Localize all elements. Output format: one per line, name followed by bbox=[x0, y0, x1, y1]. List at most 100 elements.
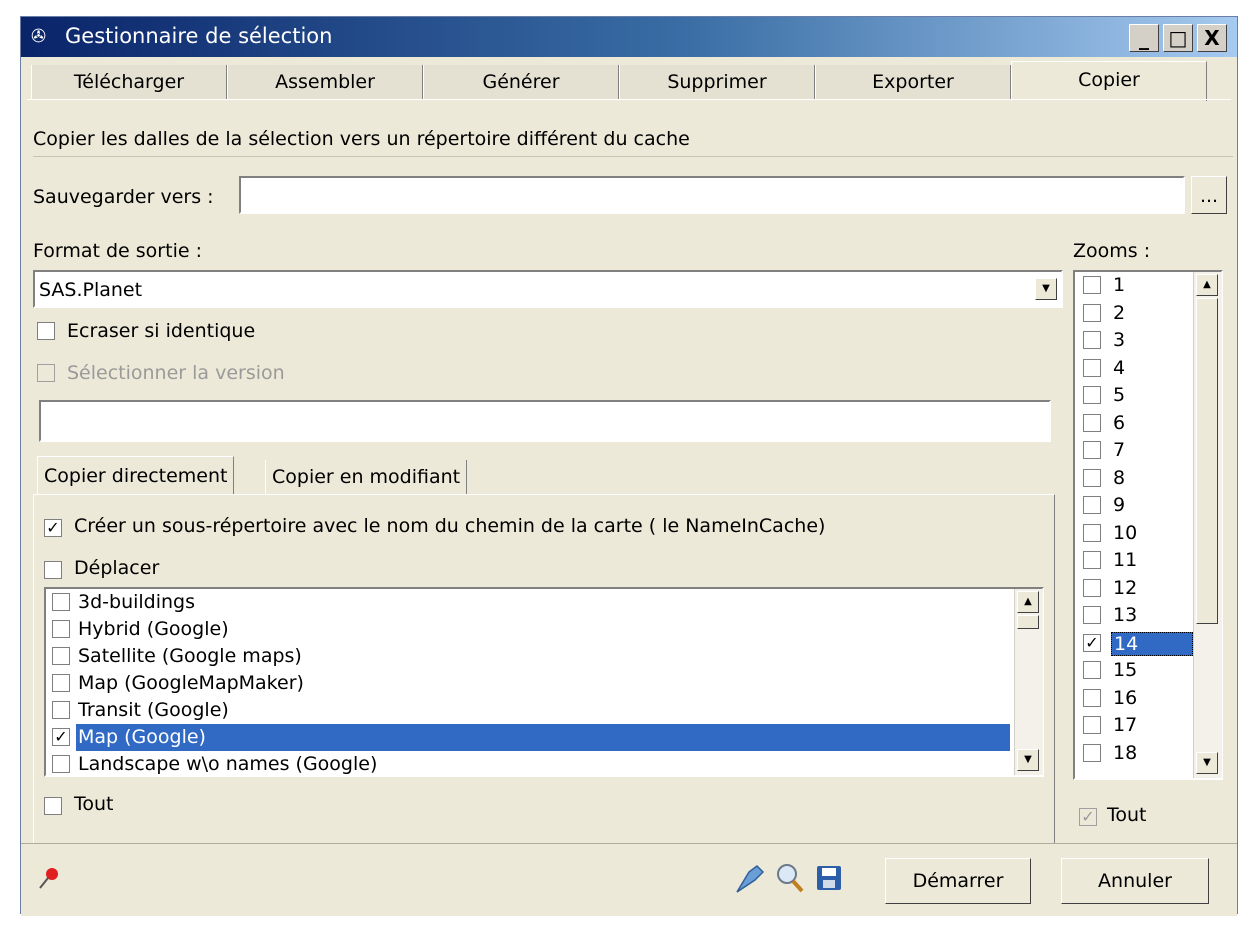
zoom-label: 12 bbox=[1113, 576, 1138, 599]
scroll-down-arrow[interactable]: ▼ bbox=[1017, 749, 1039, 771]
zoom-checkbox[interactable] bbox=[1083, 688, 1101, 707]
browse-button[interactable]: ... bbox=[1191, 176, 1227, 214]
map-label: Hybrid (Google) bbox=[78, 618, 229, 640]
format-label: Format de sortie : bbox=[33, 240, 202, 262]
list-item[interactable]: Transit (Google) bbox=[46, 697, 1016, 724]
separator bbox=[33, 156, 1233, 157]
app-icon: ✇ bbox=[31, 26, 47, 47]
tab-exporter[interactable]: Exporter bbox=[815, 65, 1011, 99]
map-label: Transit (Google) bbox=[78, 699, 229, 721]
list-item[interactable]: 3d-buildings bbox=[46, 589, 1016, 616]
format-dropdown-arrow[interactable]: ▼ bbox=[1035, 278, 1057, 300]
selection-manager-window: ✇ Gestionnaire de sélection _ □ X Téléch… bbox=[20, 16, 1238, 916]
map-checkbox[interactable] bbox=[52, 647, 70, 665]
map-checkbox[interactable] bbox=[52, 593, 70, 611]
zoom-checkbox[interactable] bbox=[1083, 386, 1101, 404]
list-item[interactable]: Map (GoogleMapMaker) bbox=[46, 670, 1016, 697]
scroll-thumb[interactable] bbox=[1017, 615, 1039, 629]
version-input[interactable] bbox=[39, 400, 1051, 442]
tab-supprimer[interactable]: Supprimer bbox=[619, 65, 815, 99]
scroll-up-arrow[interactable]: ▲ bbox=[1017, 591, 1039, 613]
zoom-checkbox[interactable] bbox=[1083, 743, 1101, 762]
map-checkbox[interactable] bbox=[52, 620, 70, 638]
list-item-selected[interactable]: ✓ Map (Google) bbox=[46, 724, 1016, 751]
zoom-label: 1 bbox=[1113, 274, 1126, 296]
version-checkbox[interactable] bbox=[37, 364, 55, 382]
zoom-checkbox[interactable] bbox=[1083, 413, 1101, 432]
zoom-label: 6 bbox=[1113, 411, 1126, 434]
zoom-checkbox[interactable] bbox=[1083, 523, 1101, 542]
map-label: 3d-buildings bbox=[78, 591, 196, 613]
save-path-input[interactable] bbox=[239, 176, 1185, 214]
save-icon[interactable] bbox=[815, 864, 843, 892]
tab-assembler[interactable]: Assembler bbox=[227, 65, 423, 99]
scroll-up-arrow[interactable]: ▲ bbox=[1196, 274, 1218, 296]
all-maps-checkbox[interactable] bbox=[44, 797, 62, 815]
zoom-checkbox[interactable] bbox=[1083, 496, 1101, 514]
zoom-checkbox[interactable] bbox=[1083, 661, 1101, 679]
zoom-label: 17 bbox=[1113, 714, 1138, 736]
footer-bar: Démarrer Annuler bbox=[21, 843, 1237, 916]
map-label: Landscape w\o names (Google) bbox=[78, 753, 378, 775]
zoom-icon[interactable] bbox=[775, 862, 805, 894]
zoom-label: 18 bbox=[1113, 741, 1138, 764]
zoom-checkbox[interactable] bbox=[1083, 578, 1101, 597]
zoom-checkbox[interactable] bbox=[1083, 606, 1101, 624]
list-item[interactable]: Landscape w\o names (Google) bbox=[46, 751, 1016, 775]
format-select[interactable]: SAS.Planet ▼ bbox=[33, 270, 1063, 308]
zoom-checkbox[interactable]: ✓ bbox=[1083, 633, 1101, 652]
map-pins-icon[interactable] bbox=[733, 862, 767, 896]
start-button[interactable]: Démarrer bbox=[885, 858, 1031, 904]
zoom-checkbox[interactable] bbox=[1083, 303, 1101, 322]
list-item[interactable]: Satellite (Google maps) bbox=[46, 643, 1016, 670]
zoom-checkbox[interactable] bbox=[1083, 331, 1101, 349]
maps-scrollbar[interactable]: ▲ ▼ bbox=[1014, 589, 1043, 775]
zoom-label: 16 bbox=[1113, 686, 1138, 709]
subtab-copier-directement[interactable]: Copier directement bbox=[37, 456, 235, 494]
tab-telecharger[interactable]: Télécharger bbox=[31, 65, 227, 99]
map-label: Map (Google) bbox=[76, 724, 1010, 751]
maps-list[interactable]: 3d-buildings Hybrid (Google) Satellite (… bbox=[44, 587, 1044, 777]
zoom-label: 9 bbox=[1113, 494, 1126, 516]
map-checkbox[interactable] bbox=[52, 701, 70, 719]
zoom-label: 4 bbox=[1113, 356, 1126, 379]
zoom-label: 8 bbox=[1113, 466, 1126, 489]
zoom-checkbox[interactable] bbox=[1083, 441, 1101, 459]
tab-generer[interactable]: Générer bbox=[423, 65, 619, 99]
zoom-checkbox[interactable] bbox=[1083, 551, 1101, 569]
all-zooms-label: Tout bbox=[1107, 804, 1147, 826]
zooms-list[interactable]: 1 2 3 4 5 6 7 8 9 10 11 12 13 ✓ 14 15 16 … bbox=[1073, 270, 1223, 780]
create-subdir-label: Créer un sous-répertoire avec le nom du … bbox=[74, 515, 826, 537]
zooms-scrollbar[interactable]: ▲ ▼ bbox=[1193, 272, 1222, 778]
cancel-button[interactable]: Annuler bbox=[1061, 858, 1209, 904]
map-checkbox[interactable] bbox=[52, 755, 70, 773]
tab-copier[interactable]: Copier bbox=[1011, 61, 1207, 101]
zoom-label: 15 bbox=[1113, 659, 1138, 681]
scroll-thumb[interactable] bbox=[1196, 298, 1218, 624]
zoom-label: 3 bbox=[1113, 329, 1126, 351]
zoom-checkbox[interactable] bbox=[1083, 276, 1101, 294]
zoom-checkbox[interactable] bbox=[1083, 358, 1101, 377]
map-checkbox[interactable] bbox=[52, 674, 70, 692]
overwrite-label: Ecraser si identique bbox=[67, 320, 256, 342]
format-value: SAS.Planet bbox=[39, 279, 143, 301]
subtab-copier-en-modifiant[interactable]: Copier en modifiant bbox=[265, 460, 468, 494]
maximize-button[interactable]: □ bbox=[1163, 24, 1193, 52]
window-title: Gestionnaire de sélection bbox=[65, 24, 333, 48]
all-maps-label: Tout bbox=[74, 793, 114, 815]
zoom-label: 5 bbox=[1113, 384, 1126, 406]
move-checkbox[interactable] bbox=[44, 561, 62, 579]
all-zooms-checkbox[interactable]: ✓ bbox=[1079, 808, 1097, 826]
map-checkbox[interactable]: ✓ bbox=[52, 728, 70, 746]
pin-icon[interactable] bbox=[37, 866, 61, 890]
create-subdir-checkbox[interactable]: ✓ bbox=[44, 519, 62, 537]
close-button[interactable]: X bbox=[1197, 24, 1227, 52]
minimize-button[interactable]: _ bbox=[1129, 24, 1159, 52]
overwrite-checkbox[interactable] bbox=[37, 322, 55, 340]
title-bar[interactable]: ✇ Gestionnaire de sélection _ □ X bbox=[21, 17, 1237, 57]
zoom-checkbox[interactable] bbox=[1083, 716, 1101, 734]
zoom-checkbox[interactable] bbox=[1083, 468, 1101, 487]
scroll-down-arrow[interactable]: ▼ bbox=[1196, 752, 1218, 774]
list-item[interactable]: Hybrid (Google) bbox=[46, 616, 1016, 643]
main-tabs: Télécharger Assembler Générer Supprimer … bbox=[21, 61, 1237, 101]
